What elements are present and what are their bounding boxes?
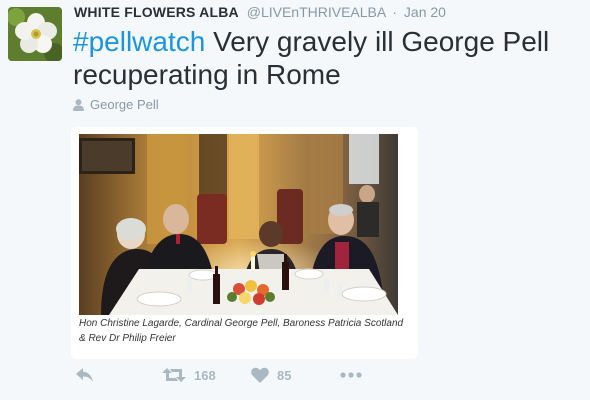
heart-icon (251, 367, 269, 383)
retweet-icon (162, 368, 186, 382)
tweet-date[interactable]: Jan 20 (404, 4, 446, 20)
reply-button[interactable] (75, 367, 95, 383)
reply-icon (76, 368, 93, 382)
like-button[interactable]: 85 (251, 367, 291, 383)
more-button[interactable] (339, 367, 363, 383)
person-icon (73, 98, 84, 111)
author-name[interactable]: WHITE FLOWERS ALBA (74, 4, 239, 20)
tweet-header: WHITE FLOWERS ALBA @LIVEnTHRIVEALBA · Ja… (74, 4, 582, 20)
tweet-photo[interactable] (79, 134, 398, 315)
retweet-count: 168 (194, 367, 216, 383)
white-flower-avatar-image (8, 7, 62, 61)
avatar[interactable] (8, 7, 62, 61)
location-label: George Pell (90, 97, 159, 112)
media-card[interactable]: Hon Christine Lagarde, Cardinal George P… (71, 127, 418, 359)
tweet-actions: 168 85 (73, 367, 433, 391)
retweet-button[interactable]: 168 (162, 367, 216, 383)
more-icon (340, 372, 362, 378)
hashtag-link[interactable]: #pellwatch (73, 26, 205, 57)
photo-caption: Hon Christine Lagarde, Cardinal George P… (79, 318, 404, 344)
tweet-text: #pellwatch Very gravely ill George Pell … (73, 25, 583, 91)
tweet-location[interactable]: George Pell (73, 97, 159, 112)
header-separator: · (392, 4, 398, 20)
author-handle[interactable]: @LIVEnTHRIVEALBA (247, 4, 386, 20)
dinner-photo-image (79, 134, 398, 315)
like-count: 85 (277, 367, 292, 383)
